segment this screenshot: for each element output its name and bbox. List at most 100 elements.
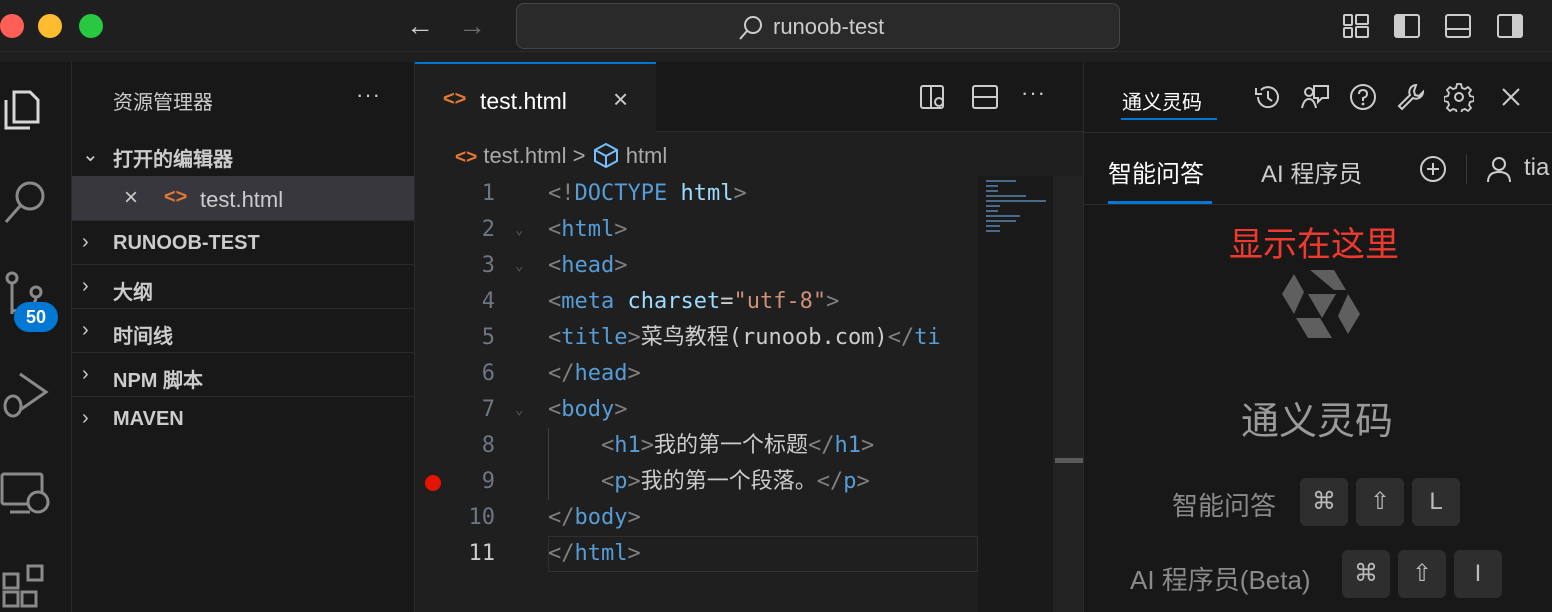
section-label: RUNOOB-TEST bbox=[113, 232, 260, 254]
section-label: MAVEN bbox=[113, 408, 184, 430]
gear-icon[interactable] bbox=[1444, 82, 1474, 112]
panel-tab-tongyi[interactable]: 通义灵码 bbox=[1122, 86, 1202, 115]
breadcrumb-separator: > bbox=[572, 143, 586, 168]
section-timeline[interactable]: › 时间线 bbox=[72, 308, 414, 352]
subtab-smart-qa[interactable]: 智能问答 bbox=[1108, 154, 1204, 189]
explorer-sidebar: 资源管理器 ··· ⌄ 打开的编辑器 × <> test.html › RUNO… bbox=[72, 62, 415, 612]
line-number: 5 bbox=[481, 325, 495, 350]
search-view-icon[interactable] bbox=[0, 176, 52, 228]
minimap[interactable] bbox=[978, 176, 1053, 612]
line-number: 10 bbox=[468, 505, 496, 530]
section-maven[interactable]: › MAVEN bbox=[72, 396, 414, 440]
feedback-icon[interactable] bbox=[1300, 82, 1330, 112]
html-file-icon: <> bbox=[443, 88, 467, 110]
minimize-window-button[interactable] bbox=[38, 14, 62, 38]
fold-chevron-icon[interactable]: ⌄ bbox=[515, 392, 523, 428]
help-icon[interactable] bbox=[1348, 82, 1378, 112]
close-icon[interactable] bbox=[1496, 82, 1526, 112]
shift-key: ⇧ bbox=[1356, 478, 1404, 526]
breadcrumb-symbol[interactable]: html bbox=[626, 143, 668, 168]
chevron-right-icon: › bbox=[82, 407, 89, 429]
forward-arrow-icon[interactable]: → bbox=[458, 12, 486, 40]
h1-text: 我的第一个标题 bbox=[653, 433, 808, 458]
section-project[interactable]: › RUNOOB-TEST bbox=[72, 220, 414, 264]
section-label: 时间线 bbox=[113, 326, 173, 348]
new-chat-plus-icon[interactable] bbox=[1418, 154, 1448, 184]
breakpoint-icon[interactable] bbox=[425, 475, 441, 491]
activity-bar: 50 bbox=[0, 62, 72, 612]
toggle-primary-sidebar-icon[interactable] bbox=[1393, 12, 1421, 40]
line-number: 3 bbox=[481, 253, 495, 278]
open-editor-item[interactable]: × <> test.html bbox=[72, 176, 414, 220]
open-preview-icon[interactable] bbox=[918, 82, 948, 112]
html-file-icon: <> bbox=[455, 147, 478, 168]
line-number: 7 bbox=[481, 397, 495, 422]
section-outline[interactable]: › 大纲 bbox=[72, 264, 414, 308]
html-file-icon: <> bbox=[164, 186, 188, 208]
fold-chevron-icon[interactable]: ⌄ bbox=[515, 212, 523, 248]
breadcrumb: <> test.html > html bbox=[455, 142, 667, 169]
command-center-search[interactable]: runoob-test bbox=[516, 3, 1120, 49]
chevron-right-icon: › bbox=[82, 275, 89, 297]
annotation-text: 显示在这里 bbox=[1229, 226, 1399, 264]
section-label: 大纲 bbox=[113, 282, 153, 304]
letter-key: L bbox=[1412, 478, 1460, 526]
divider bbox=[1084, 132, 1552, 133]
vertical-scrollbar[interactable] bbox=[1053, 176, 1083, 612]
code-line: 5 <title>菜鸟教程(runoob.com)</ti bbox=[415, 320, 975, 356]
workspace-name: runoob-test bbox=[773, 14, 885, 39]
title-text: 菜鸟教程(runoob.com) bbox=[640, 325, 888, 350]
line-number: 2 bbox=[481, 217, 495, 242]
code-line: 8 <h1>我的第一个标题</h1> bbox=[415, 428, 975, 464]
user-name[interactable]: tia bbox=[1524, 154, 1549, 182]
close-tab-icon[interactable]: × bbox=[613, 84, 628, 115]
truncated-tag: ti bbox=[914, 325, 941, 350]
history-icon[interactable] bbox=[1252, 82, 1282, 112]
chevron-right-icon: › bbox=[82, 363, 89, 385]
active-tab-indicator bbox=[1121, 118, 1217, 120]
command-key: ⌘ bbox=[1300, 478, 1348, 526]
chevron-down-icon: ⌄ bbox=[82, 144, 99, 166]
cube-symbol-icon bbox=[593, 142, 618, 168]
line-number: 4 bbox=[481, 289, 495, 314]
search-icon bbox=[739, 16, 762, 40]
brand-name: 通义灵码 bbox=[1241, 401, 1394, 443]
code-line: 9 <p>我的第一个段落。</p> bbox=[415, 464, 975, 500]
tab-test-html[interactable]: <> test.html × bbox=[415, 62, 656, 132]
extensions-icon[interactable] bbox=[0, 560, 52, 612]
code-line: 3 ⌄ <head> bbox=[415, 248, 975, 284]
split-editor-icon[interactable] bbox=[970, 82, 1000, 112]
toggle-panel-icon[interactable] bbox=[1444, 12, 1472, 40]
attr-value: "utf-8" bbox=[733, 289, 827, 314]
line-number: 11 bbox=[468, 541, 496, 566]
editor-tab-bar: <> test.html × ··· bbox=[415, 62, 1083, 132]
wrench-icon[interactable] bbox=[1396, 82, 1426, 112]
line-number: 9 bbox=[481, 469, 495, 494]
divider bbox=[1466, 154, 1467, 184]
remote-explorer-icon[interactable] bbox=[0, 466, 52, 518]
close-window-button[interactable] bbox=[0, 14, 24, 38]
explorer-icon[interactable] bbox=[0, 80, 52, 132]
close-icon[interactable]: × bbox=[124, 184, 138, 212]
editor-more-actions-icon[interactable]: ··· bbox=[1021, 80, 1046, 106]
toggle-secondary-sidebar-icon[interactable] bbox=[1496, 12, 1524, 40]
line-number: 8 bbox=[481, 433, 495, 458]
run-debug-icon[interactable] bbox=[0, 368, 52, 420]
section-open-editors[interactable]: ⌄ 打开的编辑器 bbox=[72, 132, 414, 176]
breadcrumb-file[interactable]: test.html bbox=[483, 143, 566, 168]
back-arrow-icon[interactable]: ← bbox=[406, 12, 434, 40]
line-number: 1 bbox=[481, 181, 495, 206]
chevron-right-icon: › bbox=[82, 231, 89, 253]
user-icon[interactable] bbox=[1484, 154, 1514, 184]
customize-layout-icon[interactable] bbox=[1342, 12, 1370, 40]
shortcut-label: AI 程序员(Beta) bbox=[1130, 565, 1311, 595]
section-npm-scripts[interactable]: › NPM 脚本 bbox=[72, 352, 414, 396]
more-actions-icon[interactable]: ··· bbox=[356, 82, 381, 108]
tab-label: test.html bbox=[480, 88, 567, 114]
subtab-ai-programmer[interactable]: AI 程序员 bbox=[1261, 154, 1362, 189]
chevron-right-icon: › bbox=[82, 319, 89, 341]
tongyi-logo-icon bbox=[1282, 270, 1360, 338]
fold-chevron-icon[interactable]: ⌄ bbox=[515, 248, 523, 284]
maximize-window-button[interactable] bbox=[79, 14, 103, 38]
scrollbar-thumb[interactable] bbox=[1055, 458, 1083, 463]
